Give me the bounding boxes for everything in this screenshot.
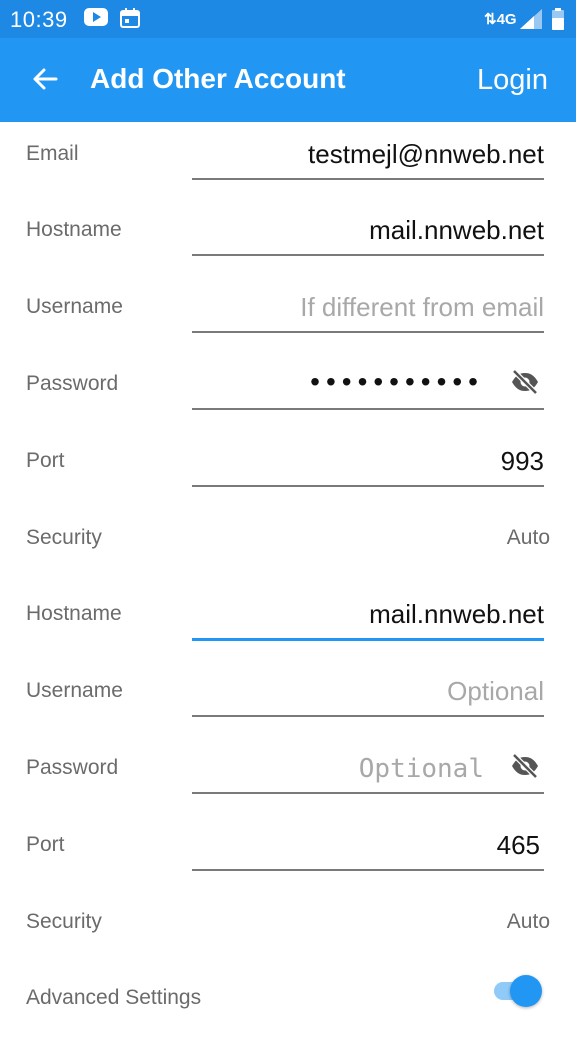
- incoming-port-row: Port 993: [0, 429, 576, 505]
- incoming-hostname-row: Hostname mail.nnweb.net: [0, 198, 576, 274]
- toggle-thumb: [510, 975, 542, 1007]
- incoming-security-label: Security: [26, 526, 102, 549]
- advanced-settings-label: Advanced Settings: [26, 986, 202, 1009]
- incoming-port-label: Port: [26, 449, 65, 472]
- incoming-username-placeholder: If different from email: [300, 292, 544, 322]
- outgoing-hostname-field[interactable]: mail.nnweb.net: [192, 582, 544, 641]
- outgoing-security-label: Security: [26, 910, 102, 933]
- outgoing-password-label: Password: [26, 756, 119, 779]
- email-field[interactable]: testmejl@nnweb.net: [192, 122, 544, 180]
- incoming-port-value: 993: [500, 446, 544, 476]
- network-type: ⇅4G: [484, 10, 517, 28]
- status-bar: 10:39 ⇅4G: [0, 0, 576, 38]
- incoming-password-label: Password: [26, 372, 119, 395]
- calendar-icon: [120, 8, 140, 28]
- outgoing-username-placeholder: Optional: [447, 676, 544, 706]
- outgoing-password-placeholder: Optional: [358, 754, 484, 784]
- advanced-settings-row: Advanced Settings: [0, 966, 576, 1042]
- app-bar: Add Other Account Login: [0, 38, 576, 122]
- outgoing-security-row: Security Auto: [0, 890, 576, 966]
- arrow-back-icon[interactable]: [30, 64, 60, 94]
- status-time: 10:39: [10, 7, 68, 32]
- incoming-password-row: Password •••••••••••: [0, 352, 576, 428]
- advanced-settings-toggle[interactable]: [488, 972, 546, 1008]
- outgoing-port-row: Port 465: [0, 813, 576, 889]
- incoming-username-row: Username If different from email: [0, 275, 576, 351]
- login-button[interactable]: Login: [477, 64, 548, 97]
- outgoing-hostname-value: mail.nnweb.net: [369, 599, 544, 629]
- incoming-security-row: Security Auto: [0, 506, 576, 582]
- outgoing-hostname-label: Hostname: [26, 602, 122, 625]
- outgoing-username-row: Username Optional: [0, 659, 576, 735]
- outgoing-password-field[interactable]: Optional: [192, 736, 544, 794]
- incoming-username-field[interactable]: If different from email: [192, 275, 544, 333]
- incoming-hostname-label: Hostname: [26, 218, 122, 241]
- page-title: Add Other Account: [90, 63, 346, 94]
- outgoing-port-value: 465: [496, 830, 540, 860]
- data-arrows-icon: ⇅: [484, 11, 497, 28]
- visibility-off-icon[interactable]: [510, 752, 540, 780]
- signal-icon: [520, 9, 542, 29]
- youtube-icon: [84, 8, 108, 26]
- visibility-off-icon[interactable]: [510, 368, 540, 396]
- incoming-password-value: •••••••••••: [310, 366, 484, 397]
- outgoing-security-select[interactable]: Auto: [507, 910, 550, 934]
- outgoing-port-label: Port: [26, 833, 65, 856]
- incoming-hostname-field[interactable]: mail.nnweb.net: [192, 198, 544, 256]
- incoming-security-select[interactable]: Auto: [507, 526, 550, 550]
- battery-icon: [552, 8, 564, 30]
- incoming-username-label: Username: [26, 295, 123, 318]
- incoming-password-field[interactable]: •••••••••••: [192, 352, 544, 410]
- outgoing-username-field[interactable]: Optional: [192, 659, 544, 717]
- email-value: testmejl@nnweb.net: [308, 139, 544, 169]
- outgoing-hostname-row: Hostname mail.nnweb.net: [0, 582, 576, 658]
- network-label: 4G: [496, 11, 517, 28]
- incoming-port-field[interactable]: 993: [192, 429, 544, 487]
- outgoing-password-row: Password Optional: [0, 736, 576, 812]
- incoming-hostname-value: mail.nnweb.net: [369, 215, 544, 245]
- email-label: Email: [26, 142, 79, 165]
- email-row: Email testmejl@nnweb.net: [0, 122, 576, 198]
- outgoing-username-label: Username: [26, 679, 123, 702]
- outgoing-port-field[interactable]: 465: [192, 813, 544, 871]
